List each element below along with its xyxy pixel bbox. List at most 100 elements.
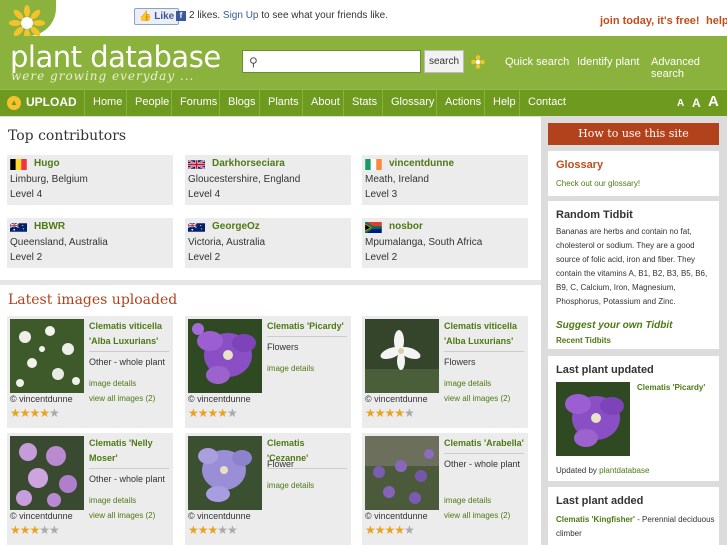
added-plant-link[interactable]: Clematis 'Kingfisher' (556, 515, 635, 524)
nav-blogs[interactable]: Blogs (219, 90, 264, 116)
ie-flag-icon (365, 159, 382, 170)
suggest-tidbit-link[interactable]: Suggest your own Tidbit (556, 320, 672, 331)
contributor-location: Mpumalanga, South Africa (365, 237, 483, 248)
top-contributors-heading: Top contributors (8, 128, 127, 144)
contributor-card: Darkhorseciara Gloucestershire, England … (185, 155, 351, 205)
image-details-link[interactable]: image details (267, 481, 314, 490)
search-input[interactable]: ⚲ (242, 50, 421, 73)
contributor-location: Queensland, Australia (10, 237, 108, 248)
contributor-level: Level 2 (188, 252, 221, 263)
recent-tidbits-link[interactable]: Recent Tidbits (556, 336, 611, 345)
contributor-location: Limburg, Belgium (10, 174, 88, 185)
star-rating[interactable]: ★★★★★ (188, 523, 238, 537)
star-icon: ★★★★ (365, 523, 405, 537)
facebook-icon: f (176, 11, 186, 21)
contributor-location: Meath, Ireland (365, 174, 429, 185)
plant-image-thumbnail[interactable] (365, 319, 439, 393)
quick-search-link[interactable]: Quick search (505, 56, 569, 68)
plant-image-thumbnail[interactable] (188, 436, 262, 510)
nav-about[interactable]: About (302, 90, 348, 116)
join-link[interactable]: join today, it's free! (600, 15, 700, 27)
updated-plant-thumbnail[interactable] (556, 382, 630, 456)
image-card: Clematis 'Arabella' Other - whole plant … (362, 433, 528, 545)
image-credit: © vincentdunne (188, 511, 251, 521)
nav-stats[interactable]: Stats (343, 90, 385, 116)
updated-plant-link[interactable]: Clematis 'Picardy' (637, 383, 705, 392)
nav-people[interactable]: People (126, 90, 177, 116)
help-link[interactable]: help (706, 15, 727, 27)
facebook-signup-link[interactable]: Sign Up (223, 10, 259, 21)
star-rating[interactable]: ★★★★★ (10, 523, 60, 537)
image-details-link[interactable]: image details (444, 496, 491, 505)
image-title-link[interactable]: Clematis 'Nelly Moser' (89, 436, 169, 469)
nav-home[interactable]: Home (84, 90, 130, 116)
view-all-images-link[interactable]: view all images (2) (444, 394, 510, 403)
image-part: Other - whole plant (89, 357, 166, 367)
nav-contact[interactable]: Contact (519, 90, 574, 116)
contributor-name[interactable]: GeorgeOz (212, 221, 260, 232)
contributor-name[interactable]: Darkhorseciara (212, 158, 285, 169)
advanced-search-link[interactable]: Advanced search (651, 56, 727, 80)
search-icon: ⚲ (249, 55, 258, 69)
star-empty-icon: ★★ (39, 523, 59, 537)
search-button[interactable]: search (424, 50, 464, 73)
upload-button[interactable]: ▲ UPLOAD (7, 95, 77, 110)
how-to-use-button[interactable]: How to use this site (548, 123, 719, 145)
plant-image-thumbnail[interactable] (10, 436, 84, 510)
top-bar: 👍 Like f2 likes. Sign Up to see what you… (0, 0, 727, 41)
last-added-heading: Last plant added (556, 495, 644, 507)
facebook-like-button[interactable]: 👍 Like (134, 8, 180, 25)
image-part: Other - whole plant (89, 474, 166, 484)
glossary-heading[interactable]: Glossary (556, 159, 603, 171)
view-all-images-link[interactable]: view all images (2) (89, 394, 155, 403)
image-title-link[interactable]: Clematis viticella 'Alba Luxurians' (89, 319, 169, 352)
nav-help[interactable]: Help (484, 90, 524, 116)
font-size-small-button[interactable]: A (677, 98, 684, 109)
image-details-link[interactable]: image details (89, 496, 136, 505)
star-rating[interactable]: ★★★★★ (365, 523, 415, 537)
plant-image-thumbnail[interactable] (188, 319, 262, 393)
nav-plants[interactable]: Plants (259, 90, 307, 116)
image-card: Clematis viticella 'Alba Luxurians' Othe… (7, 316, 173, 428)
font-size-medium-button[interactable]: A (692, 96, 701, 110)
image-details-link[interactable]: image details (267, 364, 314, 373)
main-nav: ▲ UPLOAD Home People Forums Blogs Plants … (0, 89, 727, 116)
view-all-images-link[interactable]: view all images (2) (89, 511, 155, 520)
star-rating[interactable]: ★★★★★ (188, 406, 238, 420)
image-details-link[interactable]: image details (89, 379, 136, 388)
star-rating[interactable]: ★★★★★ (10, 406, 60, 420)
nav-actions[interactable]: Actions (436, 90, 489, 116)
identify-plant-link[interactable]: Identify plant (577, 56, 639, 68)
glossary-link[interactable]: Check out our glossary! (556, 179, 640, 188)
font-size-large-button[interactable]: A (708, 93, 719, 110)
plant-image-thumbnail[interactable] (10, 319, 84, 393)
image-part: Flowers (444, 357, 476, 367)
contributor-name[interactable]: Hugo (34, 158, 60, 169)
image-title-link[interactable]: Clematis 'Arabella' (444, 436, 524, 454)
star-empty-icon: ★ (404, 406, 415, 420)
star-icon: ★★★ (10, 523, 40, 537)
view-all-images-link[interactable]: view all images (2) (444, 511, 510, 520)
be-flag-icon (10, 159, 27, 170)
random-tidbit-box: Random Tidbit Bananas are herbs and cont… (548, 201, 719, 349)
contributor-name[interactable]: nosbor (389, 221, 423, 232)
nav-forums[interactable]: Forums (171, 90, 225, 116)
contributor-card: GeorgeOz Victoria, Australia Level 2 (185, 218, 351, 268)
contributor-location: Victoria, Australia (188, 237, 266, 248)
star-rating[interactable]: ★★★★★ (365, 406, 415, 420)
image-part: Flower (267, 459, 295, 469)
contributor-name[interactable]: HBWR (34, 221, 65, 232)
updated-by-link[interactable]: plantdatabase (599, 466, 649, 475)
plant-image-thumbnail[interactable] (365, 436, 439, 510)
latest-images-heading: Latest images uploaded (8, 292, 178, 308)
image-part: Other - whole plant (444, 459, 521, 469)
updated-by-text: Updated by plantdatabase (556, 466, 650, 475)
contributor-name[interactable]: vincentdunne (389, 158, 454, 169)
image-title-link[interactable]: Clematis 'Picardy' (267, 319, 347, 337)
contributor-card: nosbor Mpumalanga, South Africa Level 2 (362, 218, 528, 268)
image-title-link[interactable]: Clematis viticella 'Alba Luxurians' (444, 319, 524, 352)
last-plant-updated-box: Last plant updated Clematis 'Picardy' Up… (548, 356, 719, 481)
nav-glossary[interactable]: Glossary (382, 90, 442, 116)
image-details-link[interactable]: image details (444, 379, 491, 388)
flower-icon[interactable] (471, 55, 485, 69)
